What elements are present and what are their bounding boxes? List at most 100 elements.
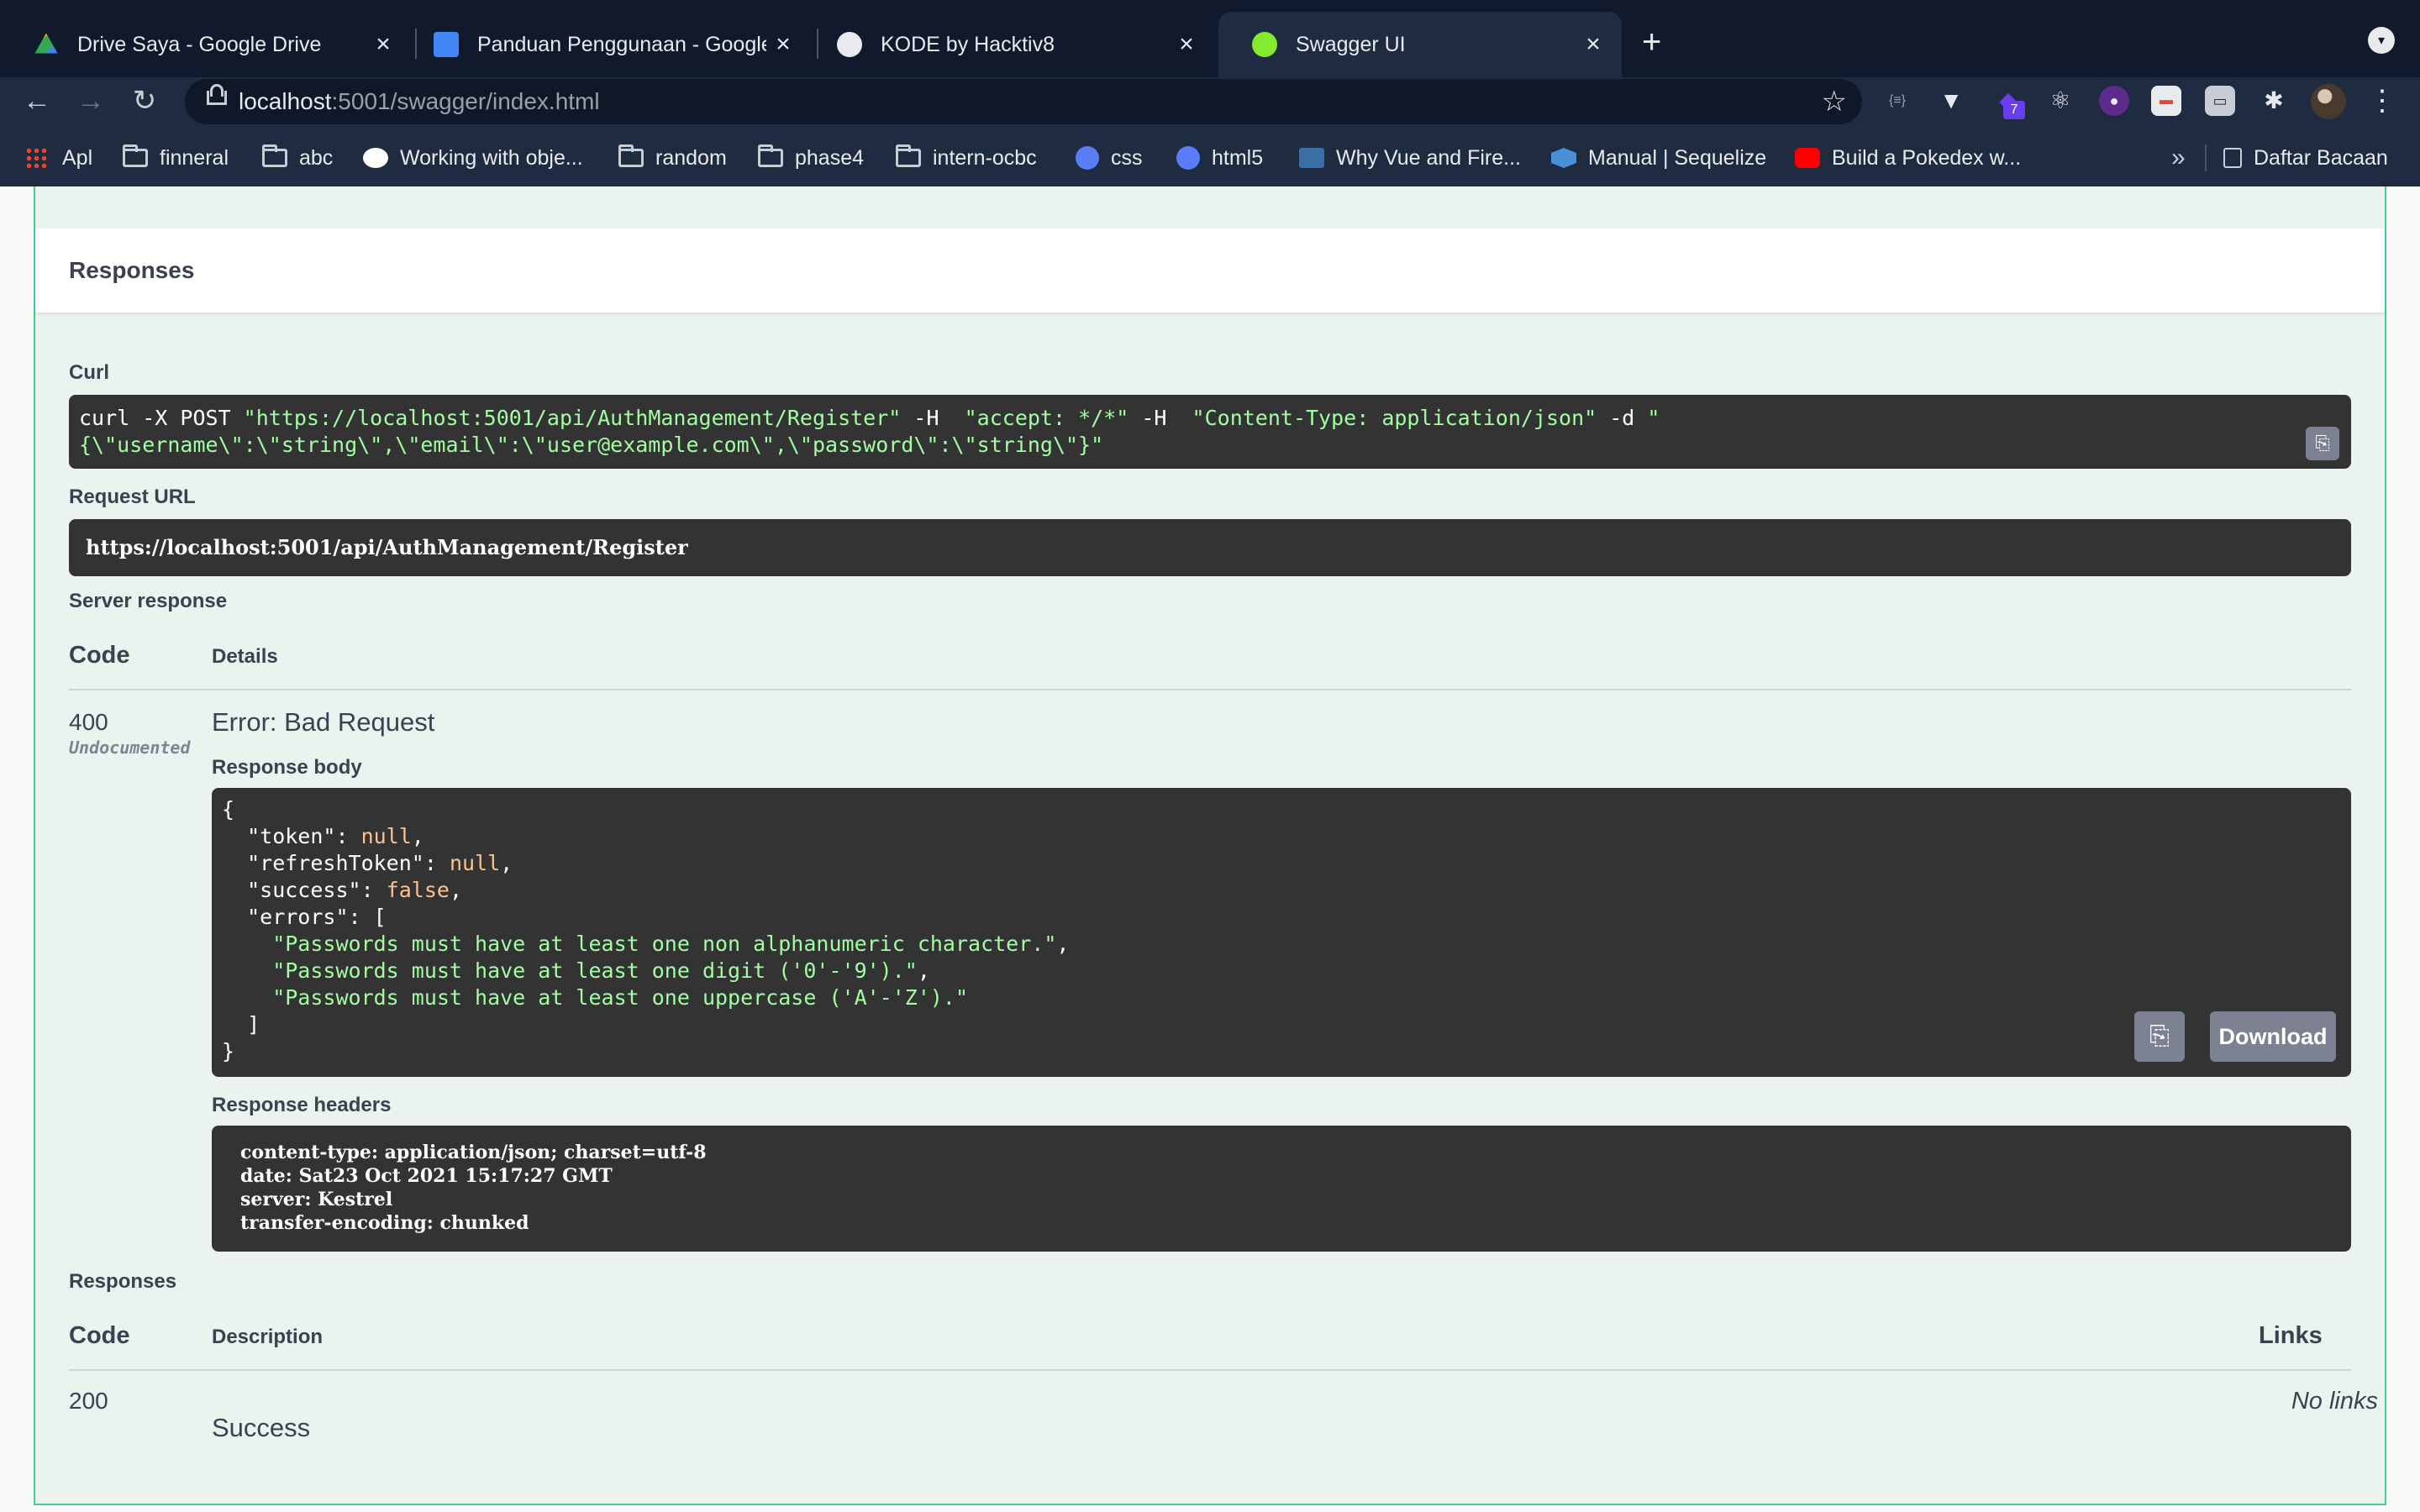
apps-grid-icon bbox=[25, 147, 47, 169]
request-url: https://localhost:5001/api/AuthManagemen… bbox=[69, 519, 2351, 576]
site-favicon-icon bbox=[363, 148, 388, 168]
swagger-icon bbox=[1252, 32, 1277, 57]
copy-icon[interactable]: ⎘ bbox=[2134, 1011, 2185, 1062]
extensions-puzzle-icon[interactable]: ✱ bbox=[2259, 86, 2289, 116]
curl-data: {\"username\":\"string\",\"email\":\"use… bbox=[79, 433, 1104, 457]
bookmark-label: random bbox=[655, 145, 727, 170]
url-path: :5001/swagger/index.html bbox=[331, 88, 600, 114]
json-string: "Passwords must have at least one non al… bbox=[222, 932, 1057, 956]
tab-search-icon[interactable]: ▾ bbox=[2368, 27, 2395, 54]
extension-json-icon[interactable]: {≡} bbox=[1882, 86, 1912, 116]
bookmark-pokedex[interactable]: Build a Pokedex w... bbox=[1795, 134, 2021, 181]
folder-icon bbox=[262, 144, 287, 167]
json-line: "refreshToken": null, bbox=[222, 851, 513, 875]
toolbar: ← → ↻ localhost:5001/swagger/index.html … bbox=[0, 77, 2420, 124]
json-string: "Passwords must have at least one upperc… bbox=[222, 985, 969, 1010]
response-headers-label: Response headers bbox=[212, 1094, 392, 1116]
bookmark-label: abc bbox=[299, 145, 334, 170]
json-value: null bbox=[360, 824, 412, 848]
bookmark-folder-random[interactable]: random bbox=[618, 134, 727, 181]
bookmark-css[interactable]: css bbox=[1076, 134, 1143, 181]
bookmark-label: css bbox=[1111, 145, 1143, 170]
undocumented-label: Undocumented bbox=[69, 738, 191, 758]
video-favicon-icon bbox=[1299, 148, 1324, 168]
folder-icon bbox=[618, 144, 644, 167]
json-string: "Passwords must have at least one digit … bbox=[222, 958, 918, 983]
address-bar[interactable]: localhost:5001/swagger/index.html ☆ bbox=[185, 79, 1862, 124]
bookmark-label: phase4 bbox=[795, 145, 865, 170]
folder-icon bbox=[758, 144, 783, 167]
folder-icon bbox=[896, 144, 921, 167]
avatar[interactable] bbox=[2311, 84, 2346, 119]
bookmarks-bar: Apl finneral abc Working with obje... ra… bbox=[0, 134, 2420, 181]
react-devtools-icon[interactable]: ⚛ bbox=[2045, 86, 2075, 116]
bookmark-folder-abc[interactable]: abc bbox=[262, 134, 333, 181]
reading-list-button[interactable]: Daftar Bacaan bbox=[2223, 134, 2388, 181]
tab-swagger[interactable]: Swagger UI × bbox=[1218, 12, 1622, 77]
folder-icon bbox=[123, 144, 148, 167]
tab-panduan[interactable]: Panduan Penggunaan - Google × bbox=[400, 12, 812, 77]
request-url-label: Request URL bbox=[69, 486, 196, 508]
response-body-label: Response body bbox=[212, 756, 362, 779]
bookmark-star-icon[interactable]: ☆ bbox=[1822, 79, 1847, 124]
download-button[interactable]: Download bbox=[2210, 1011, 2336, 1062]
json-key: "refreshToken": bbox=[222, 851, 450, 875]
bookmark-label: Working with obje... bbox=[400, 145, 583, 170]
response-body[interactable]: { "token": null, "refreshToken": null, "… bbox=[212, 788, 2351, 1077]
tab-title: KODE by Hacktiv8 bbox=[881, 32, 1055, 56]
close-icon[interactable]: × bbox=[366, 30, 400, 59]
json-value: false bbox=[386, 878, 450, 902]
site-favicon-icon bbox=[1076, 146, 1099, 170]
responses-label: Responses bbox=[69, 1270, 177, 1293]
vue-devtools-icon[interactable]: ▼ bbox=[1936, 86, 1966, 116]
bookmark-sequelize[interactable]: Manual | Sequelize bbox=[1551, 134, 1766, 181]
bookmark-label: html5 bbox=[1212, 145, 1264, 170]
lock-icon-body bbox=[207, 91, 227, 105]
json-line: } bbox=[222, 1039, 235, 1063]
tab-kode[interactable]: KODE by Hacktiv8 × bbox=[803, 12, 1215, 77]
extension-card-icon[interactable]: ▬ bbox=[2151, 86, 2181, 116]
bookmark-folder-finneral[interactable]: finneral bbox=[123, 134, 229, 181]
bookmark-label: Build a Pokedex w... bbox=[1832, 145, 2022, 170]
tab-title: Swagger UI bbox=[1296, 32, 1406, 56]
header-line: server: Kestrel bbox=[240, 1189, 393, 1210]
tab-google-drive[interactable]: Drive Saya - Google Drive × bbox=[0, 12, 412, 77]
curl-command[interactable]: curl -X POST "https://localhost:5001/api… bbox=[69, 395, 2351, 469]
back-icon[interactable]: ← bbox=[17, 77, 57, 124]
curl-quote: " bbox=[1647, 406, 1660, 430]
forward-icon[interactable]: → bbox=[71, 77, 111, 124]
json-line: "token": null, bbox=[222, 824, 424, 848]
responses-header: Responses bbox=[35, 228, 2385, 312]
json-line: "Passwords must have at least one digit … bbox=[222, 958, 930, 983]
menu-icon[interactable]: ⋮ bbox=[2368, 77, 2396, 124]
close-icon[interactable]: × bbox=[766, 30, 800, 59]
json-line: { bbox=[222, 797, 235, 822]
bookmark-apps[interactable]: Apl bbox=[25, 134, 92, 181]
header-line: content-type: application/json; charset=… bbox=[240, 1142, 707, 1163]
copy-curl-icon[interactable]: ⎘ bbox=[2306, 427, 2339, 460]
reading-list-icon bbox=[2223, 148, 2242, 168]
bookmark-working-with-objects[interactable]: Working with obje... bbox=[363, 134, 583, 181]
bookmark-label: intern-ocbc bbox=[933, 145, 1037, 170]
bookmark-why-vue[interactable]: Why Vue and Fire... bbox=[1299, 134, 1521, 181]
col-links: Links bbox=[2259, 1322, 2323, 1349]
extension-chat-icon[interactable]: ▭ bbox=[2205, 86, 2235, 116]
new-tab-button[interactable]: + bbox=[1642, 22, 1661, 62]
response-description: Success bbox=[212, 1413, 311, 1442]
response-code: 200 bbox=[69, 1388, 108, 1414]
page-content: Responses Curl curl -X POST "https://loc… bbox=[0, 186, 2420, 1512]
header-line: transfer-encoding: chunked bbox=[240, 1212, 529, 1234]
bookmark-label: Manual | Sequelize bbox=[1588, 145, 1767, 170]
close-icon[interactable]: × bbox=[1170, 30, 1203, 59]
extension-circle-icon[interactable]: ● bbox=[2099, 86, 2129, 116]
bookmark-folder-intern-ocbc[interactable]: intern-ocbc bbox=[896, 134, 1037, 181]
col-description: Description bbox=[212, 1326, 324, 1348]
error-title: Error: Bad Request bbox=[212, 707, 435, 737]
close-icon[interactable]: × bbox=[1576, 30, 1610, 59]
reload-icon[interactable]: ↻ bbox=[124, 77, 165, 124]
divider bbox=[69, 689, 2351, 690]
bookmark-folder-phase4[interactable]: phase4 bbox=[758, 134, 864, 181]
bookmark-html5[interactable]: html5 bbox=[1176, 134, 1263, 181]
bookmark-label: Why Vue and Fire... bbox=[1336, 145, 1521, 170]
more-bookmarks-icon[interactable]: » bbox=[2171, 134, 2186, 181]
